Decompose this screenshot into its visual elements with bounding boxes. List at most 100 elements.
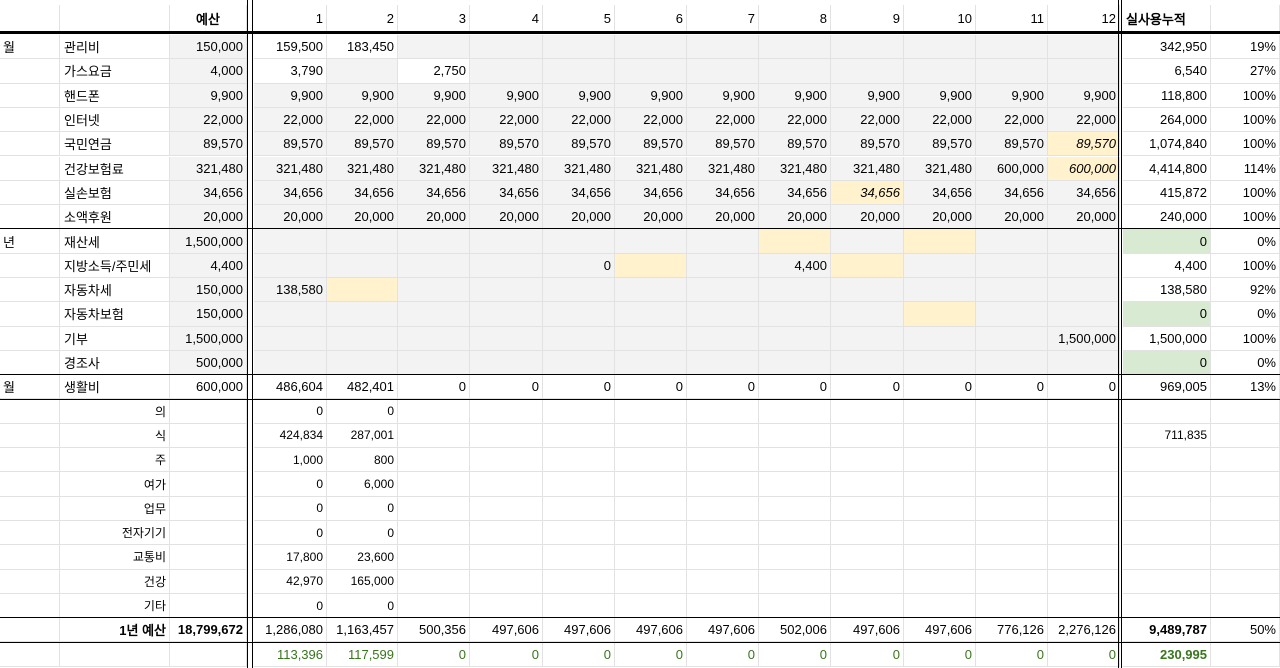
month-cell[interactable] bbox=[1048, 59, 1120, 84]
month-cell[interactable] bbox=[470, 593, 543, 619]
month-cell[interactable] bbox=[615, 35, 687, 60]
month-cell[interactable]: 0 bbox=[759, 642, 831, 667]
row-label[interactable]: 국민연금 bbox=[60, 132, 170, 157]
month-cell[interactable]: 22,000 bbox=[615, 107, 687, 133]
percent-cell[interactable] bbox=[1211, 399, 1280, 424]
month-cell[interactable] bbox=[904, 253, 976, 278]
month-cell[interactable] bbox=[831, 521, 904, 546]
month-cell[interactable]: 800 bbox=[327, 448, 398, 473]
month-cell[interactable] bbox=[398, 229, 470, 254]
month-cell[interactable] bbox=[976, 569, 1048, 594]
percent-cell[interactable]: 114% bbox=[1211, 156, 1280, 181]
budget-cell[interactable]: 9,900 bbox=[170, 83, 247, 108]
month-cell[interactable]: 0 bbox=[1048, 642, 1120, 667]
budget-cell[interactable]: 1,500,000 bbox=[170, 326, 247, 351]
header-cell-label[interactable] bbox=[60, 5, 170, 33]
month-cell[interactable]: 0 bbox=[976, 642, 1048, 667]
percent-cell[interactable]: 100% bbox=[1211, 326, 1280, 351]
month-cell[interactable] bbox=[470, 229, 543, 254]
group-cell[interactable] bbox=[0, 448, 60, 473]
month-cell[interactable]: 9,900 bbox=[976, 83, 1048, 108]
budget-cell[interactable]: 18,799,672 bbox=[170, 618, 247, 643]
month-cell[interactable]: 321,480 bbox=[398, 156, 470, 181]
month-cell[interactable] bbox=[904, 423, 976, 449]
month-cell[interactable] bbox=[904, 350, 976, 376]
month-cell[interactable] bbox=[759, 399, 831, 424]
total-cell[interactable] bbox=[1123, 545, 1211, 570]
percent-cell[interactable] bbox=[1211, 642, 1280, 667]
month-cell[interactable] bbox=[759, 569, 831, 594]
month-cell[interactable] bbox=[687, 423, 759, 449]
row-label[interactable]: 자동차보험 bbox=[60, 302, 170, 327]
month-cell[interactable]: 0 bbox=[687, 642, 759, 667]
row-label[interactable]: 의 bbox=[60, 399, 170, 424]
total-cell[interactable]: 264,000 bbox=[1123, 107, 1211, 133]
row-label[interactable]: 건강 bbox=[60, 569, 170, 594]
month-cell[interactable]: 0 bbox=[687, 375, 759, 400]
group-cell[interactable] bbox=[0, 399, 60, 424]
month-cell[interactable] bbox=[687, 253, 759, 278]
group-cell[interactable] bbox=[0, 618, 60, 643]
month-cell[interactable] bbox=[831, 496, 904, 521]
month-cell[interactable]: 20,000 bbox=[615, 205, 687, 230]
month-cell[interactable] bbox=[687, 278, 759, 303]
month-cell[interactable] bbox=[615, 350, 687, 376]
month-cell[interactable] bbox=[1048, 472, 1120, 497]
month-cell[interactable] bbox=[470, 521, 543, 546]
month-cell[interactable] bbox=[904, 593, 976, 619]
month-cell[interactable] bbox=[327, 350, 398, 376]
percent-cell[interactable]: 92% bbox=[1211, 278, 1280, 303]
percent-cell[interactable] bbox=[1211, 521, 1280, 546]
percent-cell[interactable]: 100% bbox=[1211, 132, 1280, 157]
month-cell[interactable]: 776,126 bbox=[976, 618, 1048, 643]
header-month-1[interactable]: 1 bbox=[254, 5, 327, 33]
month-cell[interactable] bbox=[687, 399, 759, 424]
month-cell[interactable] bbox=[1048, 569, 1120, 594]
group-cell[interactable] bbox=[0, 496, 60, 521]
header-month-12[interactable]: 12 bbox=[1048, 5, 1120, 33]
month-cell[interactable] bbox=[904, 521, 976, 546]
budget-cell[interactable] bbox=[170, 521, 247, 546]
row-label[interactable]: 식 bbox=[60, 423, 170, 449]
month-cell[interactable] bbox=[254, 253, 327, 278]
month-cell[interactable] bbox=[543, 229, 615, 254]
month-cell[interactable]: 22,000 bbox=[543, 107, 615, 133]
month-cell[interactable]: 0 bbox=[327, 521, 398, 546]
month-cell[interactable]: 486,604 bbox=[254, 375, 327, 400]
percent-cell[interactable] bbox=[1211, 569, 1280, 594]
month-cell[interactable] bbox=[831, 253, 904, 278]
month-cell[interactable]: 1,163,457 bbox=[327, 618, 398, 643]
total-cell[interactable] bbox=[1123, 448, 1211, 473]
month-cell[interactable] bbox=[687, 593, 759, 619]
month-cell[interactable]: 42,970 bbox=[254, 569, 327, 594]
month-cell[interactable] bbox=[1048, 545, 1120, 570]
month-cell[interactable]: 0 bbox=[254, 593, 327, 619]
row-label[interactable]: 여가 bbox=[60, 472, 170, 497]
month-cell[interactable]: 2,276,126 bbox=[1048, 618, 1120, 643]
month-cell[interactable] bbox=[1048, 278, 1120, 303]
month-cell[interactable]: 138,580 bbox=[254, 278, 327, 303]
total-cell[interactable]: 342,950 bbox=[1123, 35, 1211, 60]
month-cell[interactable]: 89,570 bbox=[976, 132, 1048, 157]
month-cell[interactable]: 321,480 bbox=[254, 156, 327, 181]
month-cell[interactable] bbox=[543, 496, 615, 521]
month-cell[interactable] bbox=[398, 496, 470, 521]
month-cell[interactable]: 89,570 bbox=[687, 132, 759, 157]
month-cell[interactable] bbox=[904, 448, 976, 473]
month-cell[interactable] bbox=[976, 350, 1048, 376]
month-cell[interactable] bbox=[615, 302, 687, 327]
month-cell[interactable] bbox=[615, 423, 687, 449]
month-cell[interactable] bbox=[615, 399, 687, 424]
month-cell[interactable] bbox=[976, 302, 1048, 327]
month-cell[interactable] bbox=[687, 326, 759, 351]
month-cell[interactable] bbox=[831, 472, 904, 497]
total-cell[interactable]: 4,400 bbox=[1123, 253, 1211, 278]
month-cell[interactable] bbox=[398, 593, 470, 619]
group-cell[interactable]: 년 bbox=[0, 229, 60, 254]
month-cell[interactable] bbox=[543, 545, 615, 570]
month-cell[interactable] bbox=[976, 496, 1048, 521]
row-label[interactable]: 업무 bbox=[60, 496, 170, 521]
group-cell[interactable] bbox=[0, 156, 60, 181]
month-cell[interactable]: 0 bbox=[470, 642, 543, 667]
month-cell[interactable] bbox=[831, 423, 904, 449]
